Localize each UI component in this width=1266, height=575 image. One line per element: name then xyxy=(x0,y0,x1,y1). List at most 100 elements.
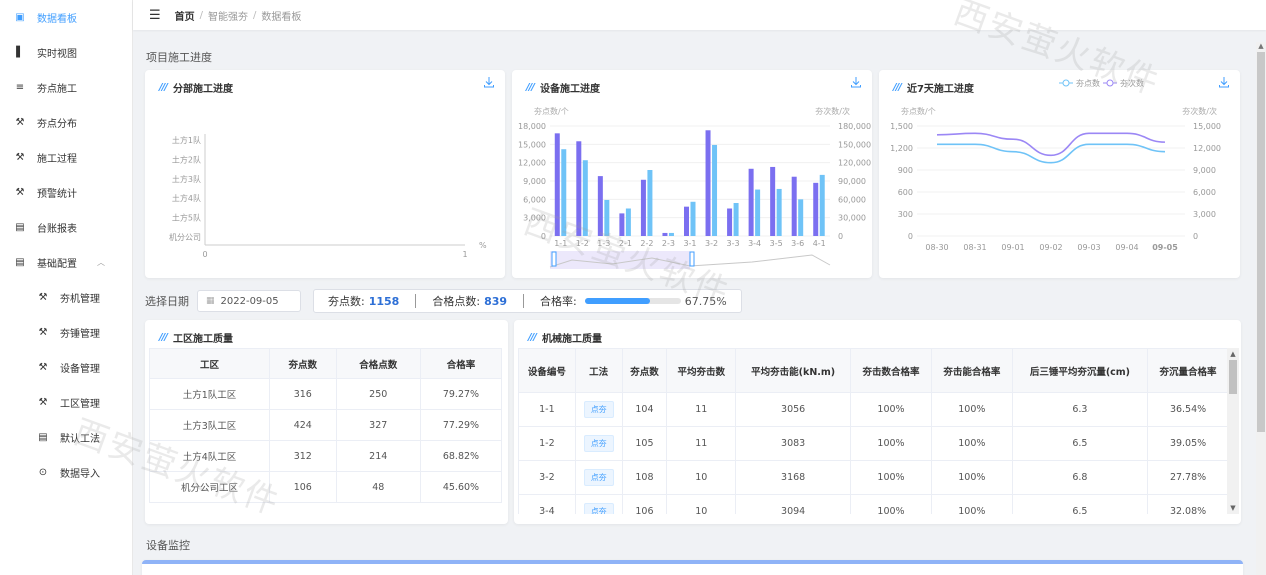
bar-ram-times xyxy=(604,199,610,236)
table-cell: 1-2 xyxy=(518,426,576,461)
scrollbar-thumb[interactable] xyxy=(1229,360,1237,394)
table-row[interactable]: 1-1 点夯 104 11 3056 100% 100% 6.3 36.54% xyxy=(518,392,1229,427)
table-cell: 27.78% xyxy=(1147,460,1229,495)
y-tick-label-right: 6,000 xyxy=(1193,188,1216,197)
bar-ram-times xyxy=(798,199,804,236)
sidebar-item-label: 工区管理 xyxy=(60,399,100,410)
table-cell: 100% xyxy=(930,494,1013,514)
column-header: 后三锤平均夯沉量(cm) xyxy=(1011,348,1149,393)
page-scroll-up-icon[interactable]: ▲ xyxy=(1256,42,1266,50)
x-tick-label: 2-1 xyxy=(619,239,632,248)
sidebar-item-2[interactable]: ≡ 夯点施工 xyxy=(0,70,132,105)
table-row[interactable]: 1-2 点夯 105 11 3083 100% 100% 6.5 39.05% xyxy=(518,426,1229,461)
ram-count-value: 1158 xyxy=(368,294,400,308)
table-cell: 250 xyxy=(335,378,421,410)
filter-bar: 选择日期 ▦ 2022-09-05 夯点数: 1158 合格点数: 839 合格… xyxy=(145,289,742,313)
stats-summary: 夯点数: 1158 合格点数: 839 合格率: 67.75% xyxy=(313,289,742,313)
y-tick-label: 土方1队 xyxy=(172,135,201,145)
sidebar-item-7[interactable]: ▤ 基础配置 ︿ xyxy=(0,245,132,280)
table-cell: 79.27% xyxy=(419,378,503,410)
table-cell: 6.8 xyxy=(1011,460,1149,495)
x-tick-label: 3-6 xyxy=(791,239,804,248)
table-row[interactable]: 土方4队工区 312 214 68.82% xyxy=(149,440,503,472)
sidebar-item-label: 夯锤管理 xyxy=(60,329,100,340)
x-tick-label: 09-02 xyxy=(1039,243,1062,252)
date-value: 2022-09-05 xyxy=(220,295,279,307)
breadcrumb-home[interactable]: 首页 xyxy=(175,8,195,23)
sidebar-item-6[interactable]: ▤ 台账报表 xyxy=(0,210,132,245)
column-header: 工区 xyxy=(149,348,270,379)
scroll-down-icon[interactable]: ▼ xyxy=(1227,502,1239,514)
sidebar-item-label: 夯点分布 xyxy=(37,119,77,130)
sidebar-item-3[interactable]: ⚒ 夯点分布 xyxy=(0,105,132,140)
table-cell: 214 xyxy=(335,440,421,472)
table-row[interactable]: 3-2 点夯 108 10 3168 100% 100% 6.8 27.78% xyxy=(518,460,1229,495)
sidebar-item-1[interactable]: ▌ 实时视图 xyxy=(0,35,132,70)
table-cell: 3-4 xyxy=(518,494,576,514)
sidebar-item-label: 预警统计 xyxy=(37,189,77,200)
y-tick-label-right: 15,000 xyxy=(1193,122,1221,131)
table-cell: 77.29% xyxy=(419,409,503,441)
y-tick-label-left: 12,000 xyxy=(518,159,546,168)
sidebar-subitem-5[interactable]: ⊙ 数据导入 xyxy=(0,455,132,490)
table-row[interactable]: 机分公司工区 106 48 45.60% xyxy=(149,471,503,503)
legend-marker xyxy=(1106,79,1114,87)
table-cell: 6.5 xyxy=(1011,494,1149,514)
sidebar-subitem-4[interactable]: ▤ 默认工法 xyxy=(0,420,132,455)
sidebar-subitem-3[interactable]: ⚒ 工区管理 xyxy=(0,385,132,420)
breadcrumb-module[interactable]: 智能强夯 xyxy=(208,8,248,23)
page-scrollbar[interactable]: ▲ xyxy=(1256,42,1266,575)
y-tick-label-right: 90,000 xyxy=(838,177,866,186)
table-scrollbar[interactable]: ▲ ▼ xyxy=(1227,348,1239,514)
y-tick-label: 土方4队 xyxy=(172,193,201,203)
chevron-up-icon: ︿ xyxy=(97,258,105,267)
sidebar-item-4[interactable]: ⚒ 施工过程 xyxy=(0,140,132,175)
x-unit-label: % xyxy=(479,241,487,250)
zoom-handle-left xyxy=(551,251,557,267)
sidebar-item-5[interactable]: ⚒ 预警统计 xyxy=(0,175,132,210)
table-cell: 11 xyxy=(666,392,737,427)
date-picker[interactable]: ▦ 2022-09-05 xyxy=(197,290,301,312)
hammer-icon: ⚒ xyxy=(15,187,25,198)
x-tick-label: 08-31 xyxy=(963,243,986,252)
sidebar-subitem-0[interactable]: ⚒ 夯机管理 xyxy=(0,280,132,315)
import-icon: ⊙ xyxy=(38,467,48,478)
hammer-icon: ⚒ xyxy=(38,292,48,303)
pass-rate-label: 合格率: xyxy=(540,295,577,308)
bar-ram-times xyxy=(668,232,674,236)
method-tag: 点夯 xyxy=(583,503,614,514)
table-header-row: 设备编号 工法 夯点数 平均夯击数 平均夯击能(kN.m) 夯击数合格率 夯击能合格率 后三锤… xyxy=(518,348,1229,393)
method-tag: 点夯 xyxy=(583,435,614,452)
sidebar-item-label: 基础配置 xyxy=(37,259,77,270)
list-icon: ≡ xyxy=(15,82,25,93)
bar-ram-times xyxy=(647,170,653,236)
y-tick-label: 土方3队 xyxy=(172,174,201,184)
page-scrollbar-thumb[interactable] xyxy=(1257,52,1265,432)
bar-ram-times xyxy=(733,203,739,236)
recent-line-chart: 夯点数/个 夯次数/次 0 0 300 3,000 600 6,000 900 9,000 1,20… xyxy=(890,78,1221,252)
y-tick-label-left: 6,000 xyxy=(523,195,546,204)
method-cell: 点夯 xyxy=(574,460,623,495)
table-cell: 106 xyxy=(621,494,668,514)
table-cell: 316 xyxy=(268,378,337,410)
table-row[interactable]: 土方1队工区 316 250 79.27% xyxy=(149,378,503,410)
bar-ram-times xyxy=(625,208,631,236)
menu-toggle-icon[interactable]: ☰ xyxy=(149,8,161,23)
x-tick-label: 3-3 xyxy=(727,239,740,248)
sidebar-subitem-2[interactable]: ⚒ 设备管理 xyxy=(0,350,132,385)
sidebar-item-0[interactable]: ▣ 数据看板 xyxy=(0,0,132,35)
y-tick-label-right: 150,000 xyxy=(838,140,871,149)
machine-quality-table: 设备编号 工法 夯点数 平均夯击数 平均夯击能(kN.m) 夯击数合格率 夯击能合格率 后三锤… xyxy=(518,348,1229,514)
table-row[interactable]: 3-4 点夯 106 10 3094 100% 100% 6.5 32.08% xyxy=(518,494,1229,514)
x-tick-label: 3-2 xyxy=(705,239,718,248)
sidebar-subitem-1[interactable]: ⚒ 夯锤管理 xyxy=(0,315,132,350)
qualified-count-value: 839 xyxy=(484,294,508,308)
sidebar-item-label: 夯点施工 xyxy=(37,84,77,95)
table-row[interactable]: 土方3队工区 424 327 77.29% xyxy=(149,409,503,441)
scroll-up-icon[interactable]: ▲ xyxy=(1227,348,1239,360)
date-label: 选择日期 xyxy=(145,295,189,308)
division-progress-card: ///分部施工进度 土方1队 土方2队 土方3队 土方4队 土方5队 机分公司 0 1% xyxy=(145,70,505,278)
series-line-0 xyxy=(937,143,1166,164)
bar-ram-points xyxy=(791,176,797,236)
title-mark-icon: /// xyxy=(528,332,537,343)
